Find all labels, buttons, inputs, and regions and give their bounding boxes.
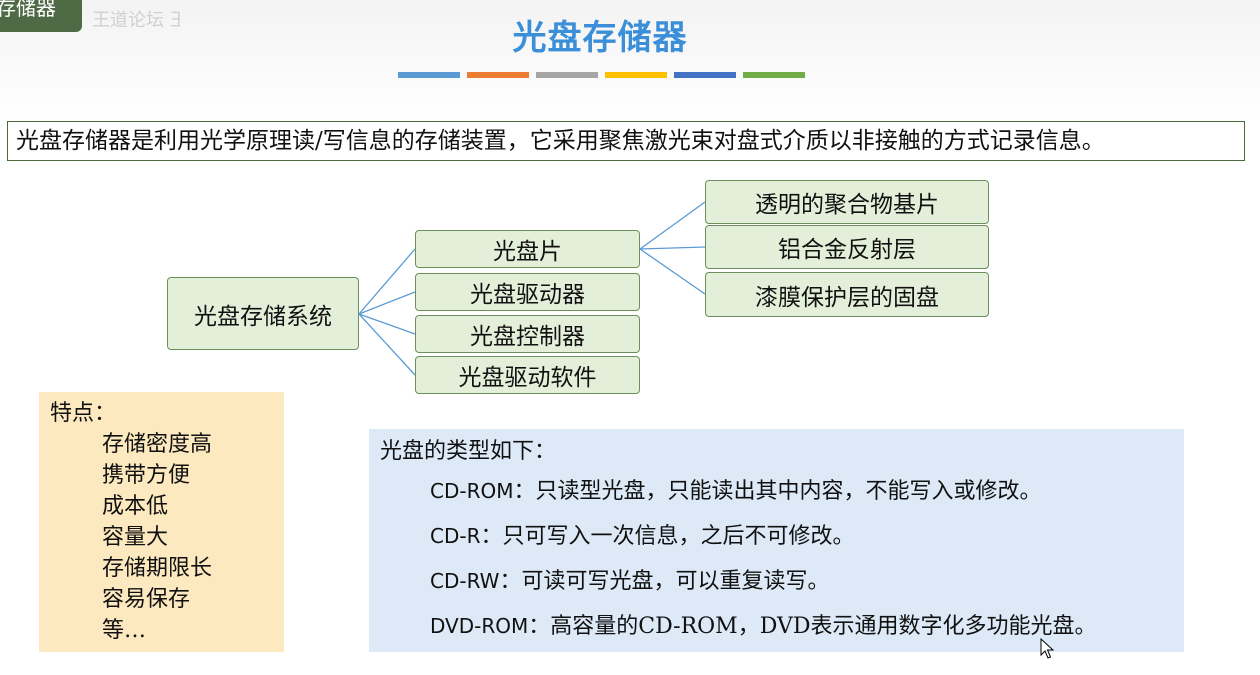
connector-line xyxy=(639,201,706,250)
connector-line xyxy=(639,246,706,250)
features-title: 特点： xyxy=(50,401,117,426)
feature-item: 存储密度高 xyxy=(102,432,213,457)
connector-line xyxy=(358,313,416,376)
connector-line xyxy=(358,291,416,315)
node-controller: 光盘控制器 xyxy=(415,315,640,353)
node-driver-software: 光盘驱动软件 xyxy=(415,356,640,394)
feature-item: 成本低 xyxy=(102,494,169,519)
feature-item: 容易保存 xyxy=(102,587,191,612)
type-desc: ：可读可写光盘，可以重复读写。 xyxy=(499,569,830,594)
connector-line xyxy=(639,248,706,295)
feature-item: 等… xyxy=(102,618,147,643)
connector-line xyxy=(358,248,416,315)
node-aluminum-layer: 铝合金反射层 xyxy=(705,225,989,269)
node-polymer-substrate: 透明的聚合物基片 xyxy=(705,180,989,224)
node-root: 光盘存储系统 xyxy=(167,277,359,350)
type-code: CD-RW xyxy=(430,569,500,593)
feature-item: 存储期限长 xyxy=(102,556,213,581)
feature-item: 携带方便 xyxy=(102,463,191,488)
disc-types-box: 光盘的类型如下： CD-ROM：只读型光盘，只能读出其中内容，不能写入或修改。 … xyxy=(369,429,1184,652)
type-row-cd-rom: CD-ROM：只读型光盘，只能读出其中内容，不能写入或修改。 xyxy=(380,469,1184,514)
types-intro: 光盘的类型如下： xyxy=(380,439,557,464)
type-row-cd-rw: CD-RW：可读可写光盘，可以重复读写。 xyxy=(380,559,1184,604)
type-desc: ：只可写入一次信息，之后不可修改。 xyxy=(480,524,855,549)
type-code: DVD-ROM xyxy=(430,614,529,638)
node-disc: 光盘片 xyxy=(415,230,640,268)
type-row-dvd-rom: DVD-ROM：高容量的CD-ROM，DVD表示通用数字化多功能光盘。 xyxy=(380,604,1184,649)
type-desc: ：高容量的CD-ROM，DVD表示通用数字化多功能光盘。 xyxy=(528,614,1097,639)
type-code: CD-R xyxy=(430,524,481,548)
features-box: 特点： 存储密度高 携带方便 成本低 容量大 存储期限长 容易保存 等… xyxy=(39,392,284,652)
type-row-cd-r: CD-R：只可写入一次信息，之后不可修改。 xyxy=(380,514,1184,559)
node-drive: 光盘驱动器 xyxy=(415,273,640,311)
feature-item: 容量大 xyxy=(102,525,169,550)
type-desc: ：只读型光盘，只能读出其中内容，不能写入或修改。 xyxy=(513,479,1042,504)
node-lacquer-layer: 漆膜保护层的固盘 xyxy=(705,272,989,317)
mouse-cursor-icon xyxy=(1040,638,1055,659)
type-code: CD-ROM xyxy=(430,479,514,503)
